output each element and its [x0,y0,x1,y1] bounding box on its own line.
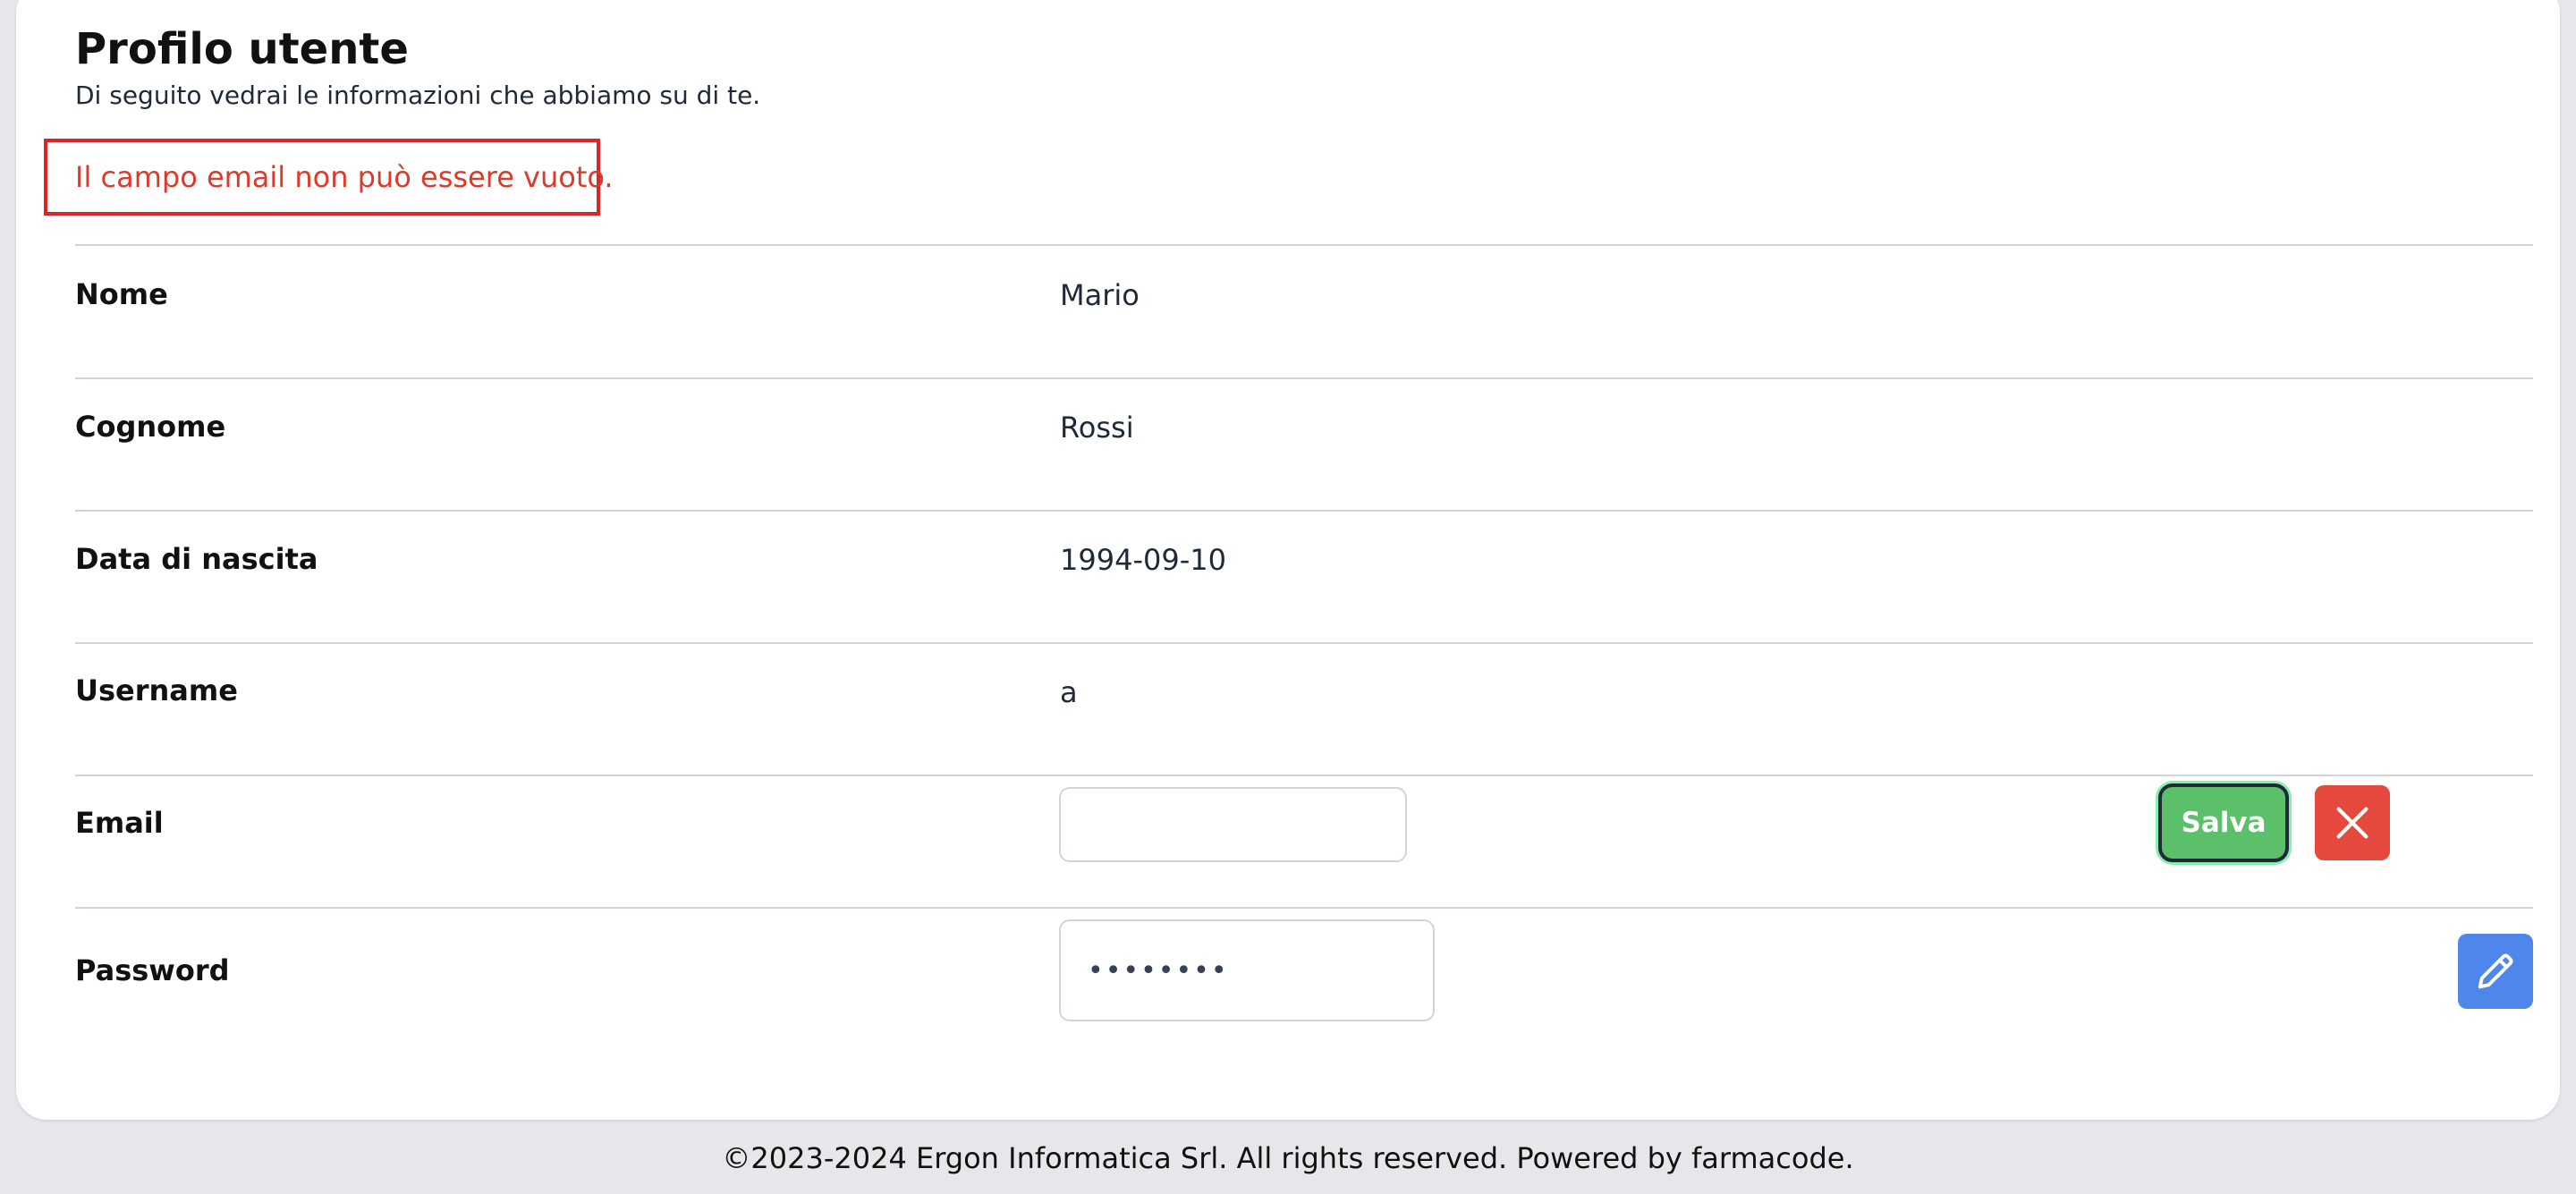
row-divider [75,377,2533,379]
profile-card: Profilo utente Di seguito vedrai le info… [16,0,2560,1120]
label-data-nascita: Data di nascita [75,542,318,576]
pencil-icon [2472,948,2519,995]
save-button[interactable]: Salva [2158,783,2289,862]
value-username: a [1060,675,1078,709]
page-title: Profilo utente [75,24,409,74]
page-subtitle: Di seguito vedrai le informazioni che ab… [75,80,761,110]
value-cognome: Rossi [1060,411,1134,445]
value-nome: Mario [1060,278,1140,312]
value-data-nascita: 1994-09-10 [1060,543,1226,577]
edit-password-button[interactable] [2458,934,2533,1009]
error-message: Il campo email non può essere vuoto. [75,160,614,194]
row-divider [75,510,2533,512]
row-divider [75,244,2533,246]
label-cognome: Cognome [75,410,226,444]
row-divider [75,642,2533,644]
close-icon [2332,802,2373,843]
label-nome: Nome [75,277,168,311]
cancel-button[interactable] [2315,785,2390,860]
label-email: Email [75,806,164,840]
row-divider [75,907,2533,909]
label-username: Username [75,673,238,707]
row-divider [75,775,2533,776]
email-input[interactable] [1059,787,1407,862]
footer-copyright: ©2023-2024 Ergon Informatica Srl. All ri… [722,1141,1854,1175]
label-password: Password [75,953,230,987]
password-field[interactable] [1059,919,1435,1021]
